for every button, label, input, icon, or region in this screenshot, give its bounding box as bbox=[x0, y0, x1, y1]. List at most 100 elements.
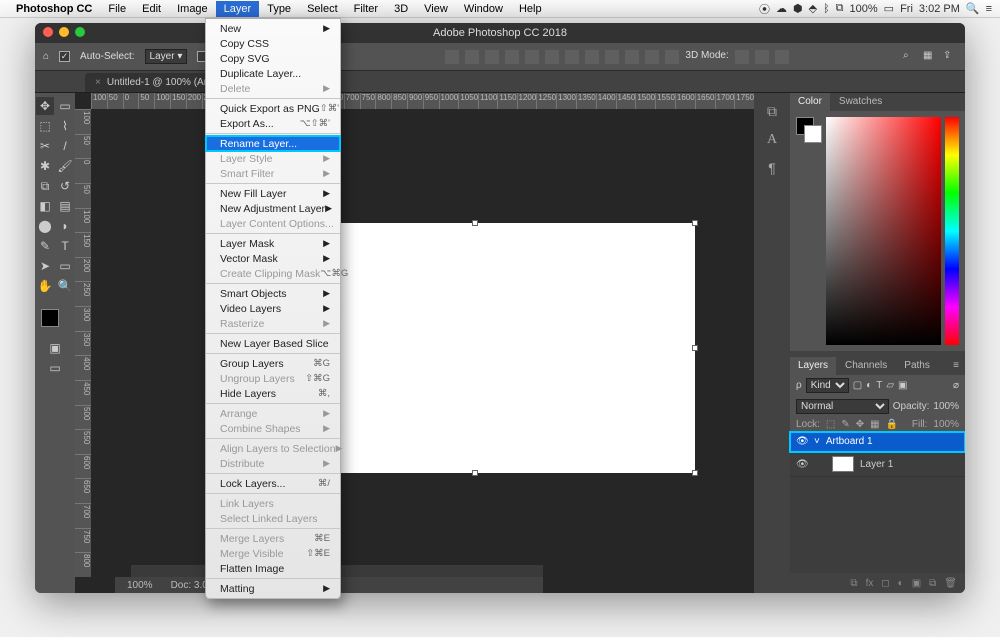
visibility-icon[interactable]: 👁 bbox=[796, 459, 808, 470]
delete-layer-icon[interactable]: 🗑 bbox=[944, 578, 957, 589]
menu-item-new[interactable]: New▶ bbox=[206, 21, 340, 36]
type-tool[interactable]: T bbox=[56, 237, 74, 255]
filter-shape-icon[interactable]: ▱ bbox=[886, 380, 894, 391]
screen-mode-icon[interactable]: ▭ bbox=[46, 359, 64, 377]
menu-item-new-layer-based-slice[interactable]: New Layer Based Slice bbox=[206, 336, 340, 351]
auto-select-checkbox[interactable]: ✓ bbox=[59, 51, 70, 62]
distribute-h-icon[interactable] bbox=[605, 50, 619, 64]
hand-tool[interactable]: ✋ bbox=[36, 277, 54, 295]
search-icon[interactable]: ⌕ bbox=[903, 50, 917, 64]
dropbox-icon[interactable]: ⬘ bbox=[809, 2, 817, 15]
align-hcenter-icon[interactable] bbox=[545, 50, 559, 64]
menu-window[interactable]: Window bbox=[456, 1, 511, 17]
menu-item-hide-layers[interactable]: Hide Layers⌘, bbox=[206, 386, 340, 401]
foreground-color[interactable] bbox=[41, 309, 59, 327]
opacity-value[interactable]: 100% bbox=[933, 401, 959, 412]
rect-tool[interactable]: ▭ bbox=[56, 257, 74, 275]
panel-menu-icon[interactable]: ≡ bbox=[947, 357, 965, 375]
artboard-tool[interactable]: ▭ bbox=[56, 97, 74, 115]
menu-item-vector-mask[interactable]: Vector Mask▶ bbox=[206, 251, 340, 266]
eraser-tool[interactable]: ◧ bbox=[36, 197, 54, 215]
menu-help[interactable]: Help bbox=[511, 1, 550, 17]
tab-channels[interactable]: Channels bbox=[837, 357, 895, 375]
fx-icon[interactable]: fx bbox=[866, 578, 874, 589]
menu-image[interactable]: Image bbox=[169, 1, 216, 17]
crop-tool[interactable]: ✂ bbox=[36, 137, 54, 155]
shield-icon[interactable]: ⬢ bbox=[793, 2, 803, 15]
layer-thumbnail[interactable] bbox=[832, 456, 854, 472]
lock-transparent-icon[interactable]: ⬚ bbox=[826, 419, 835, 430]
spotlight-icon[interactable]: 🔍 bbox=[966, 2, 980, 15]
distribute-v-icon[interactable] bbox=[625, 50, 639, 64]
align-vcenter-icon[interactable] bbox=[465, 50, 479, 64]
zoom-level[interactable]: 100% bbox=[127, 580, 153, 591]
menu-item-duplicate-layer[interactable]: Duplicate Layer... bbox=[206, 66, 340, 81]
zoom-tool[interactable]: 🔍 bbox=[56, 277, 74, 295]
ruler-horizontal[interactable]: 1005005010015020025030035040045050055060… bbox=[91, 93, 754, 109]
menu-item-matting[interactable]: Matting▶ bbox=[206, 581, 340, 596]
foreground-background-swatch[interactable] bbox=[41, 309, 69, 337]
menu-file[interactable]: File bbox=[100, 1, 134, 17]
new-layer-icon[interactable]: ⧉ bbox=[929, 578, 936, 589]
battery-icon[interactable]: ▭ bbox=[884, 2, 894, 15]
close-window-button[interactable] bbox=[43, 27, 53, 37]
layer-mask-icon[interactable]: ◻ bbox=[881, 578, 889, 589]
filter-adjust-icon[interactable]: ◐ bbox=[866, 380, 872, 391]
distribute-sp-icon[interactable] bbox=[645, 50, 659, 64]
align-top-icon[interactable] bbox=[445, 50, 459, 64]
blur-tool[interactable]: ⬤ bbox=[36, 217, 54, 235]
lock-position-icon[interactable]: ✥ bbox=[856, 419, 864, 430]
gradient-tool[interactable]: ▤ bbox=[56, 197, 74, 215]
menu-view[interactable]: View bbox=[416, 1, 456, 17]
clock-time[interactable]: 3:02 PM bbox=[919, 3, 960, 15]
menu-item-copy-svg[interactable]: Copy SVG bbox=[206, 51, 340, 66]
menu-extras-icon[interactable]: ≡ bbox=[986, 3, 992, 15]
layer-menu-dropdown[interactable]: New▶Copy CSSCopy SVGDuplicate Layer...De… bbox=[205, 18, 341, 599]
filter-type-icon[interactable]: T bbox=[876, 380, 882, 391]
ruler-vertical[interactable]: 1005005010015020025030035040045050055060… bbox=[75, 109, 91, 577]
menu-item-video-layers[interactable]: Video Layers▶ bbox=[206, 301, 340, 316]
history-brush-tool[interactable]: ↺ bbox=[56, 177, 74, 195]
share-icon[interactable]: ⇪ bbox=[943, 50, 957, 64]
align-left-icon[interactable] bbox=[525, 50, 539, 64]
menu-edit[interactable]: Edit bbox=[134, 1, 169, 17]
menu-item-group-layers[interactable]: Group Layers⌘G bbox=[206, 356, 340, 371]
menu-item-flatten-image[interactable]: Flatten Image bbox=[206, 561, 340, 576]
brush-tool[interactable]: 🖌 bbox=[56, 157, 74, 175]
menu-item-new-adjustment-layer[interactable]: New Adjustment Layer▶ bbox=[206, 201, 340, 216]
menu-item-copy-css[interactable]: Copy CSS bbox=[206, 36, 340, 51]
cloud-icon[interactable]: ☁︎ bbox=[776, 2, 787, 15]
new-group-icon[interactable]: ▣ bbox=[912, 578, 921, 589]
lock-all-icon[interactable]: 🔒 bbox=[886, 419, 898, 430]
fill-value[interactable]: 100% bbox=[933, 419, 959, 430]
paragraph-panel-icon[interactable]: ¶ bbox=[768, 160, 776, 176]
layer-row[interactable]: 👁Layer 1 bbox=[790, 452, 965, 477]
dodge-tool[interactable]: ◗ bbox=[56, 217, 74, 235]
tab-layers[interactable]: Layers bbox=[790, 357, 836, 375]
status-indicator-icon[interactable]: ⦿ bbox=[759, 1, 770, 17]
workspace-icon[interactable]: ▦ bbox=[923, 50, 937, 64]
menu-type[interactable]: Type bbox=[259, 1, 299, 17]
link-layers-icon[interactable]: ⧉ bbox=[850, 578, 857, 589]
history-panel-icon[interactable]: ⧉ bbox=[767, 103, 777, 120]
align-right-icon[interactable] bbox=[565, 50, 579, 64]
menu-select[interactable]: Select bbox=[299, 1, 346, 17]
3d-slide-icon[interactable] bbox=[775, 50, 789, 64]
3d-orbit-icon[interactable] bbox=[735, 50, 749, 64]
eyedropper-tool[interactable]: / bbox=[56, 137, 74, 155]
menu-layer[interactable]: Layer bbox=[216, 1, 260, 17]
zoom-window-button[interactable] bbox=[75, 27, 85, 37]
clone-stamp-tool[interactable]: ⧉ bbox=[36, 177, 54, 195]
filter-toggle[interactable]: ⌀ bbox=[953, 380, 959, 391]
quick-mask-icon[interactable]: ▣ bbox=[46, 339, 64, 357]
chevron-down-icon[interactable]: ˅ bbox=[814, 436, 820, 447]
menu-item-smart-objects[interactable]: Smart Objects▶ bbox=[206, 286, 340, 301]
3d-pan-icon[interactable] bbox=[755, 50, 769, 64]
menu-item-new-fill-layer[interactable]: New Fill Layer▶ bbox=[206, 186, 340, 201]
menu-filter[interactable]: Filter bbox=[346, 1, 386, 17]
menu-item-lock-layers[interactable]: Lock Layers...⌘/ bbox=[206, 476, 340, 491]
app-name[interactable]: Photoshop CC bbox=[16, 3, 92, 15]
lock-artboard-icon[interactable]: ▦ bbox=[870, 419, 879, 430]
menu-item-quick-export-as-png[interactable]: Quick Export as PNG⇧⌘' bbox=[206, 101, 340, 116]
path-select-tool[interactable]: ➤ bbox=[36, 257, 54, 275]
